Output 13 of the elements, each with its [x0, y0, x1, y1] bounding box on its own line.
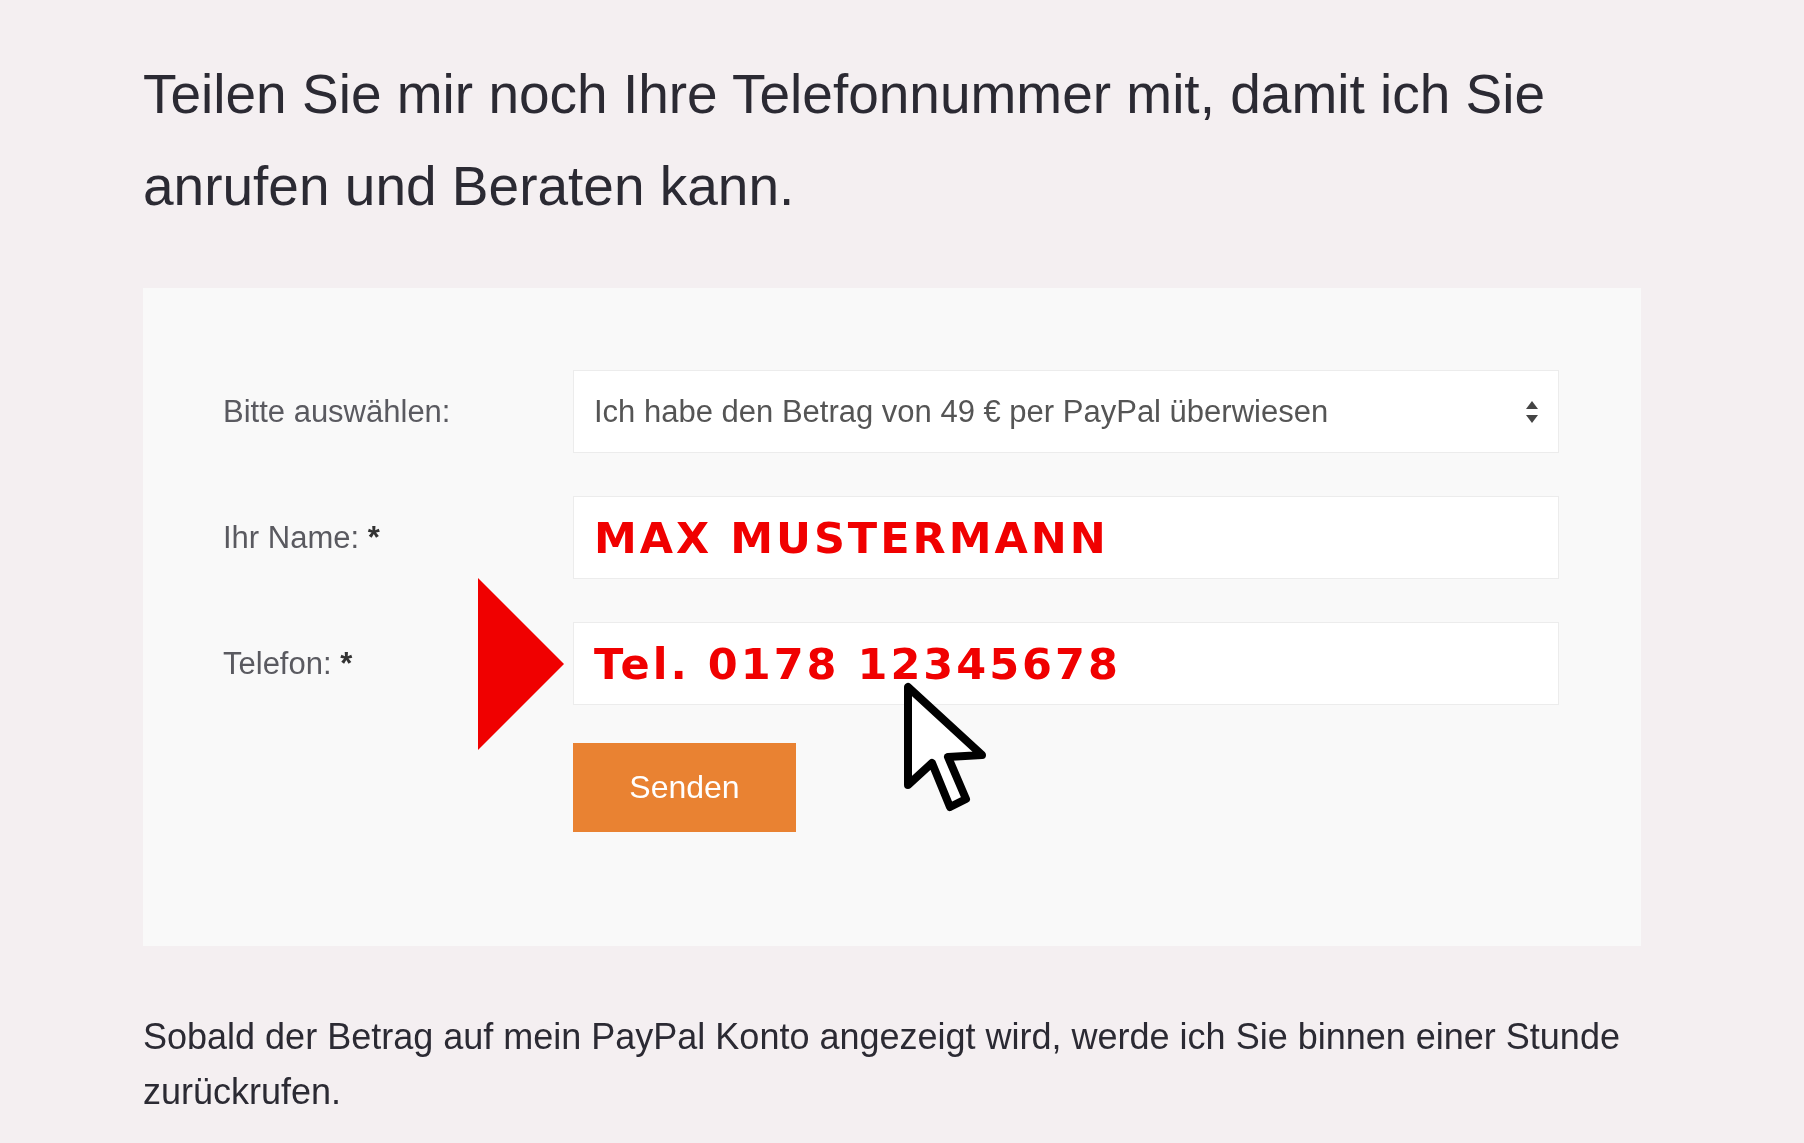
input-field[interactable]: MAX MUSTERMANN: [573, 496, 1559, 579]
triangle-icon: [478, 578, 564, 750]
field-label: Telefon:: [223, 645, 332, 681]
field-label: Bitte auswählen:: [223, 393, 451, 429]
info-paragraph: Sobald der Betrag auf mein PayPal Konto angezeigt wird, werde ich Sie binnen einer Stunde zurückrufen.: [143, 1015, 1621, 1114]
heading: Teilen Sie mir noch Ihre Telefonnummer mit, damit ich Sie anrufen und Beraten kann.: [143, 62, 1547, 219]
select-field[interactable]: Ich habe den Betrag von 49 € per PayPal überwiesen: [573, 370, 1559, 453]
required-mark: *: [340, 645, 353, 681]
field-label: Ihr Name:: [223, 519, 360, 555]
required-mark: *: [367, 519, 380, 555]
updown-icon: [1526, 400, 1538, 423]
send-button[interactable]: Senden: [573, 743, 796, 832]
input-field[interactable]: Tel. 0178 12345678: [573, 622, 1559, 705]
